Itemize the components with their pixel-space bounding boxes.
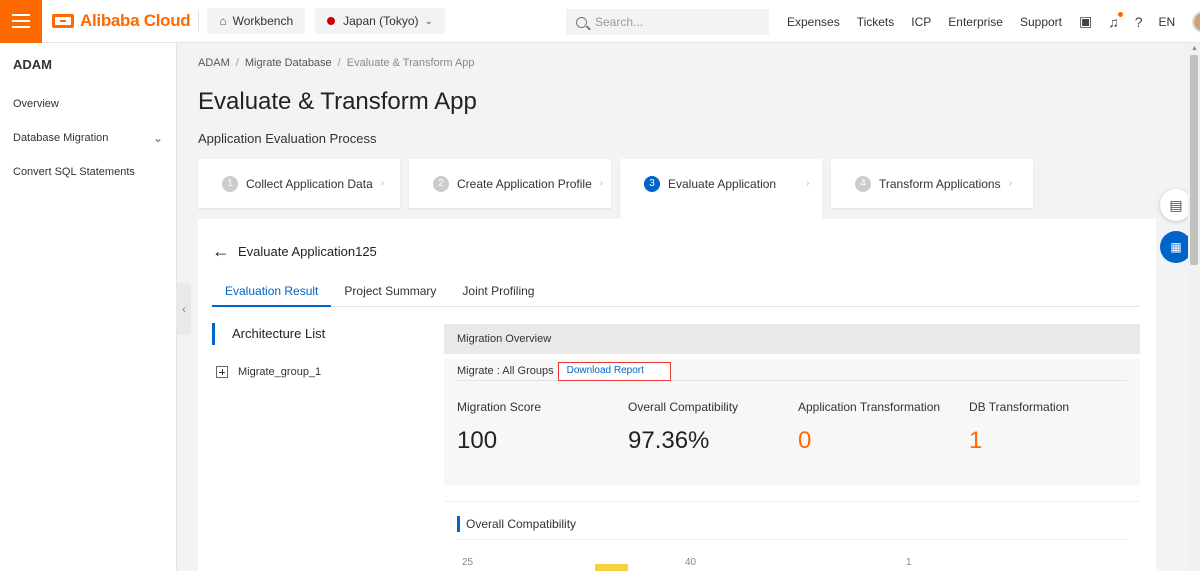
overall-compatibility-title: Overall Compatibility: [457, 516, 576, 532]
process-title: Application Evaluation Process: [198, 131, 377, 146]
migrate-group-row: Migrate : All Groups Download Report: [457, 362, 1127, 381]
search-icon: [576, 16, 587, 28]
download-report-link[interactable]: Download Report: [557, 362, 671, 381]
step-collect-data[interactable]: 1 Collect Application Data ›: [198, 159, 400, 208]
step-evaluate-application[interactable]: 3 Evaluate Application ›: [620, 159, 822, 219]
migration-overview-header: Migration Overview: [444, 324, 1140, 354]
metric-label-db-transformation: DB Transformation: [969, 400, 1070, 414]
step-number: 4: [855, 175, 871, 192]
terminal-icon[interactable]: ▣: [1079, 13, 1092, 30]
process-steps: 1 Collect Application Data › 2 Create Ap…: [198, 159, 1042, 219]
divider: [457, 539, 1127, 540]
menu-icon[interactable]: [0, 0, 42, 43]
chart-tick-label: 1: [906, 557, 912, 568]
nav-expenses[interactable]: Expenses: [787, 15, 840, 29]
search-placeholder: Search...: [595, 15, 644, 29]
evaluation-title: Evaluate Application125: [238, 244, 377, 259]
metric-label-migration-score: Migration Score: [457, 400, 542, 414]
sidebar: ADAM Overview Database Migration ⌄ Conve…: [0, 43, 177, 571]
step-number: 2: [433, 175, 449, 192]
breadcrumb-migrate-database[interactable]: Migrate Database: [245, 57, 332, 69]
scroll-thumb[interactable]: [1190, 55, 1198, 265]
region-label: Japan (Tokyo): [343, 14, 419, 28]
chevron-right-icon: ›: [599, 178, 604, 189]
step-number: 1: [222, 175, 238, 192]
sidebar-collapse-handle[interactable]: ‹: [177, 283, 191, 335]
step-create-profile[interactable]: 2 Create Application Profile ›: [409, 159, 611, 208]
metric-value-overall-compatibility: 97.36%: [628, 427, 710, 454]
step-label: Evaluate Application: [668, 176, 777, 191]
tab-project-summary[interactable]: Project Summary: [331, 275, 449, 307]
chevron-down-icon: ⌄: [424, 15, 433, 27]
notification-dot: [1117, 11, 1123, 17]
migrate-group-label: Migrate : All Groups: [457, 365, 554, 377]
chevron-right-icon: ›: [806, 178, 810, 189]
evaluation-panel: ← Evaluate Application125 Evaluation Res…: [198, 219, 1156, 571]
nav-tickets[interactable]: Tickets: [857, 15, 895, 29]
evaluation-tabs: Evaluation Result Project Summary Joint …: [212, 275, 1140, 307]
home-icon: ⌂: [219, 14, 227, 28]
nav-enterprise[interactable]: Enterprise: [948, 15, 1003, 29]
nav-support[interactable]: Support: [1020, 15, 1062, 29]
step-label: Transform Applications: [879, 176, 1001, 191]
step-transform-applications[interactable]: 4 Transform Applications ›: [831, 159, 1033, 208]
chart-bar-segment: [595, 564, 628, 571]
step-label: Collect Application Data: [246, 176, 373, 191]
logo-text: Alibaba Cloud: [80, 11, 191, 30]
scroll-up-icon[interactable]: ▲: [1191, 45, 1198, 52]
chart-tick-label: 40: [685, 557, 697, 568]
search-input[interactable]: Search...: [566, 9, 769, 35]
help-icon[interactable]: ?: [1135, 14, 1143, 30]
sidebar-item-convert-sql[interactable]: Convert SQL Statements: [0, 155, 176, 189]
sidebar-item-overview[interactable]: Overview: [0, 87, 176, 121]
workbench-button[interactable]: ⌂ Workbench: [207, 8, 306, 34]
metric-label-application-transformation: Application Transformation: [798, 400, 941, 414]
overall-compatibility-section: Overall Compatibility 25 40 1: [444, 501, 1140, 571]
sidebar-item-database-migration[interactable]: Database Migration ⌄: [0, 121, 176, 155]
scrollbar[interactable]: ▲: [1188, 43, 1200, 571]
page-title: Evaluate & Transform App: [198, 88, 477, 115]
tree-item-label: Migrate_group_1: [238, 366, 322, 378]
language-selector[interactable]: EN: [1159, 15, 1176, 29]
tree-item-migrate-group[interactable]: Migrate_group_1: [216, 366, 321, 378]
top-nav: Expenses Tickets ICP Enterprise Support …: [787, 0, 1200, 43]
sidebar-item-label: Overview: [13, 98, 59, 110]
workbench-label: Workbench: [232, 14, 294, 28]
japan-flag-icon: [327, 17, 336, 25]
migration-overview-box: Migrate : All Groups Download Report Mig…: [444, 359, 1140, 485]
avatar[interactable]: [1192, 10, 1200, 33]
step-label: Create Application Profile: [457, 176, 592, 191]
back-row: ← Evaluate Application125: [212, 241, 377, 262]
logo[interactable]: Alibaba Cloud: [52, 0, 191, 43]
metric-value-db-transformation: 1: [969, 427, 983, 454]
expand-plus-icon[interactable]: [216, 366, 228, 378]
chart-tick-label: 25: [462, 557, 474, 568]
metric-label-overall-compatibility: Overall Compatibility: [628, 400, 739, 414]
sidebar-item-label: Convert SQL Statements: [13, 166, 135, 178]
alibaba-cloud-logo-icon: [52, 14, 74, 28]
chevron-right-icon: ›: [380, 178, 385, 189]
sidebar-item-label: Database Migration: [13, 132, 109, 144]
divider: [198, 11, 200, 31]
back-arrow-icon[interactable]: ←: [212, 241, 230, 262]
chevron-left-icon: ‹: [182, 302, 186, 316]
tab-evaluation-result[interactable]: Evaluation Result: [212, 275, 332, 307]
breadcrumb-current: Evaluate & Transform App: [346, 57, 475, 69]
metric-value-application-transformation: 0: [798, 427, 812, 454]
chevron-down-icon: ⌄: [152, 131, 163, 145]
sidebar-title: ADAM: [13, 57, 52, 72]
breadcrumb-adam[interactable]: ADAM: [198, 57, 230, 69]
step-number: 3: [644, 175, 660, 192]
nav-icp[interactable]: ICP: [911, 15, 931, 29]
bell-icon[interactable]: ♫: [1108, 11, 1123, 30]
chevron-right-icon: ›: [1008, 178, 1012, 189]
breadcrumb: ADAM / Migrate Database / Evaluate & Transfo…: [198, 57, 475, 69]
region-selector[interactable]: Japan (Tokyo) ⌄: [315, 8, 445, 34]
metric-value-migration-score: 100: [457, 427, 498, 454]
tab-joint-profiling[interactable]: Joint Profiling: [449, 275, 547, 307]
architecture-list-title: Architecture List: [212, 323, 325, 345]
